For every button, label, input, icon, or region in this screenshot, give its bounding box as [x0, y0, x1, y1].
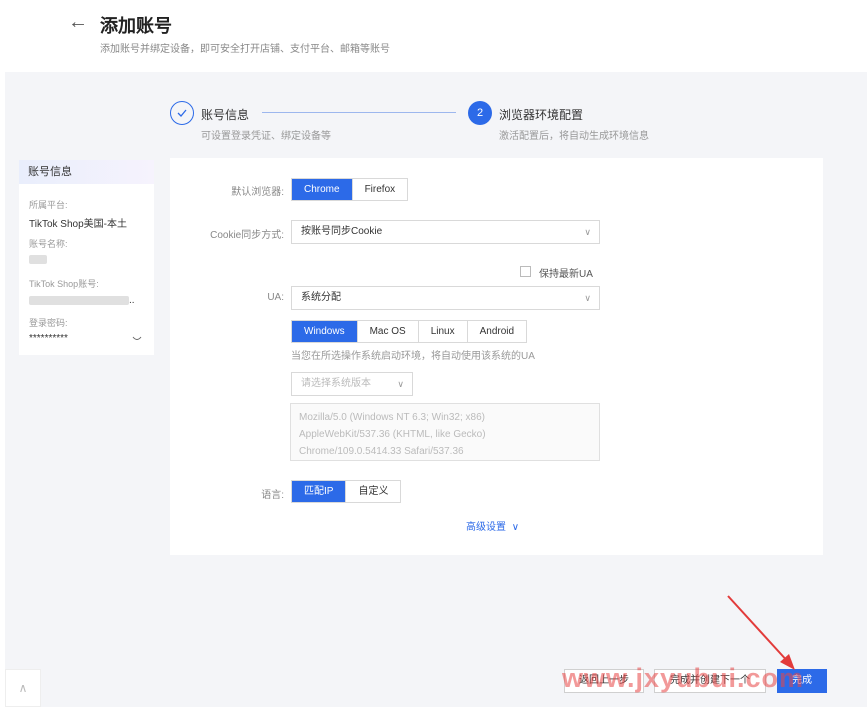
account-name-value — [29, 254, 47, 265]
step-2-number: 2 — [468, 101, 492, 125]
browser-label: 默认浏览器: — [231, 187, 284, 198]
chevron-down-icon: ∨ — [584, 227, 591, 237]
ua-line: Chrome/109.0.5414.33 Safari/537.36 — [299, 446, 464, 457]
ua-line: AppleWebKit/537.36 (KHTML, like Gecko) — [299, 429, 486, 440]
finish-and-create-next-button[interactable]: 完成并创建下一个 — [654, 669, 766, 693]
account-info-card: 账号信息 所属平台: TikTok Shop美国-本土 账号名称: TikTok… — [19, 160, 154, 355]
step-2-sub: 激活配置后，将自动生成环境信息 — [499, 131, 649, 142]
browser-selector: Chrome Firefox — [291, 178, 409, 201]
password-label: 登录密码: — [29, 318, 68, 328]
ua-select[interactable]: 系统分配 ∨ — [291, 286, 600, 310]
language-option-match-ip[interactable]: 匹配IP — [292, 481, 347, 502]
chevron-down-icon: ∨ — [584, 293, 591, 303]
cookie-sync-select[interactable]: 按账号同步Cookie ∨ — [291, 220, 600, 244]
arrow-left-icon[interactable]: ← — [68, 12, 88, 32]
page-subtitle: 添加账号并绑定设备，即可安全打开店铺、支付平台、邮箱等账号 — [100, 44, 390, 55]
ua-line: Mozilla/5.0 (Windows NT 6.3; Win32; x86) — [299, 412, 485, 423]
browser-option-firefox[interactable]: Firefox — [353, 179, 408, 200]
advanced-settings-toggle[interactable]: 高级设置 ∨ — [466, 518, 519, 533]
language-label: 语言: — [261, 490, 284, 501]
os-selector: Windows Mac OS Linux Android — [291, 320, 528, 343]
back-step-button[interactable]: 返回上一步 — [564, 669, 644, 693]
eye-closed-icon[interactable] — [132, 334, 142, 344]
check-icon — [170, 101, 194, 125]
ua-label: UA: — [267, 292, 284, 303]
chevron-up-icon[interactable]: ∧ — [5, 669, 41, 707]
os-option-macos[interactable]: Mac OS — [358, 321, 419, 342]
finish-button[interactable]: 完成 — [777, 669, 827, 693]
tiktok-account-value: .. — [29, 295, 135, 306]
browser-option-chrome[interactable]: Chrome — [292, 179, 353, 200]
advanced-settings-label: 高级设置 — [466, 522, 506, 533]
os-hint: 当您在所选操作系统启动环境，将自动使用该系统的UA — [291, 351, 535, 362]
os-option-linux[interactable]: Linux — [419, 321, 468, 342]
step-connector — [262, 112, 456, 113]
password-value: ********** — [29, 333, 68, 344]
page-title: 添加账号 — [100, 16, 172, 36]
system-version-placeholder: 请选择系统版本 — [301, 378, 371, 389]
chevron-down-icon: ∨ — [397, 379, 404, 389]
keep-latest-ua-label: 保持最新UA — [539, 269, 593, 280]
language-option-custom[interactable]: 自定义 — [346, 481, 400, 502]
ua-value: 系统分配 — [301, 292, 341, 303]
step-1-label: 账号信息 — [201, 108, 250, 122]
cookie-label: Cookie同步方式: — [210, 230, 284, 241]
ua-string-textarea[interactable]: Mozilla/5.0 (Windows NT 6.3; Win32; x86)… — [290, 403, 600, 461]
step-1-sub: 可设置登录凭证、绑定设备等 — [201, 131, 331, 142]
account-card-header: 账号信息 — [19, 160, 154, 184]
cookie-sync-value: 按账号同步Cookie — [301, 226, 383, 237]
os-option-android[interactable]: Android — [468, 321, 526, 342]
os-option-windows[interactable]: Windows — [292, 321, 358, 342]
platform-value: TikTok Shop美国-本土 — [29, 219, 127, 230]
chevron-down-icon: ∨ — [511, 522, 520, 533]
step-2-label: 浏览器环境配置 — [499, 108, 584, 122]
tiktok-account-label: TikTok Shop账号: — [29, 279, 99, 289]
account-name-label: 账号名称: — [29, 239, 68, 249]
platform-label: 所属平台: — [29, 200, 68, 210]
keep-latest-ua-checkbox[interactable] — [520, 266, 531, 277]
page-header: ← 添加账号 添加账号并绑定设备，即可安全打开店铺、支付平台、邮箱等账号 — [0, 0, 867, 72]
system-version-select[interactable]: 请选择系统版本 ∨ — [291, 372, 413, 396]
language-selector: 匹配IP 自定义 — [291, 480, 402, 503]
